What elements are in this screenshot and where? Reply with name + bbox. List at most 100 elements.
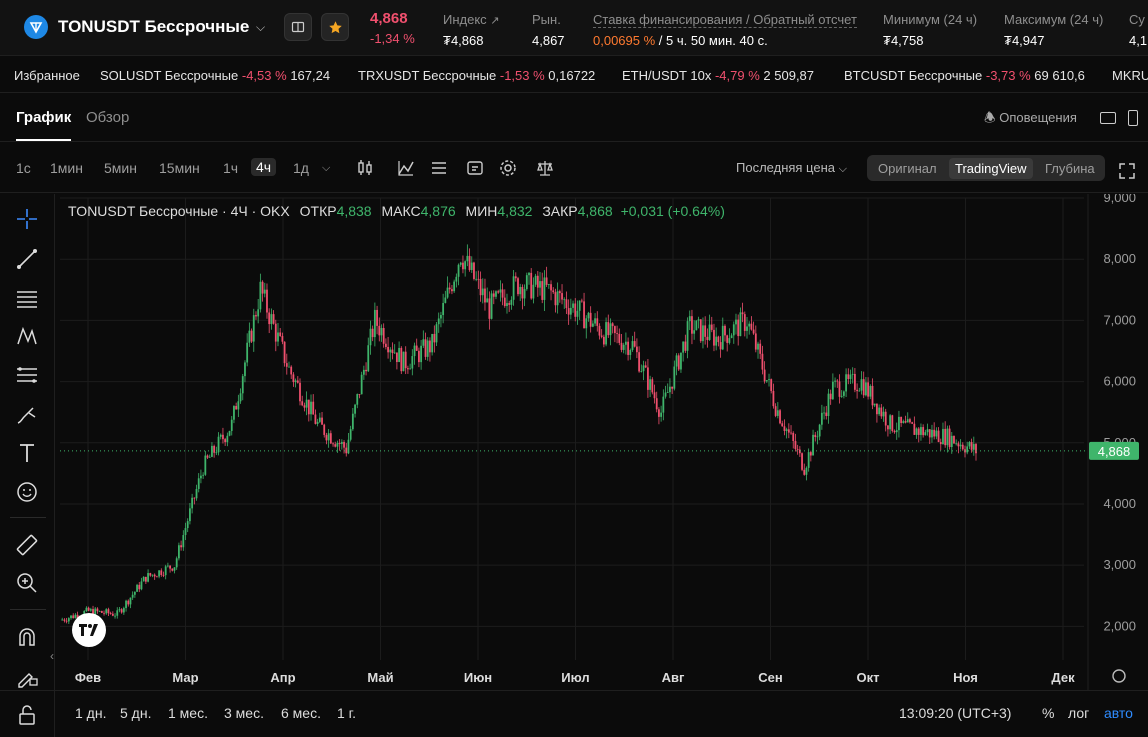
log-toggle[interactable]: лог — [1068, 705, 1089, 721]
range-5d[interactable]: 5 дн. — [120, 705, 151, 721]
collapse-arrow-icon[interactable]: ‹ — [50, 649, 54, 663]
ticker-item[interactable]: SOLUSDT Бессрочные -4,53 % 167,24 — [100, 68, 330, 83]
indicators-icon[interactable] — [396, 158, 416, 178]
candle-body — [831, 381, 834, 400]
crosshair-icon[interactable] — [14, 206, 40, 232]
mark-stat: Рын. 4,867 — [532, 12, 565, 48]
view-original[interactable]: Оригинал — [878, 161, 937, 176]
candle-body — [547, 284, 550, 286]
tab-overview[interactable]: Обзор — [86, 109, 129, 126]
pattern-icon[interactable] — [14, 323, 40, 349]
tf-4h[interactable]: 4ч — [251, 158, 277, 176]
tf-1m[interactable]: 1мин — [50, 160, 83, 176]
fib-icon[interactable] — [14, 362, 40, 388]
auto-toggle[interactable]: авто — [1104, 705, 1133, 721]
chevron-down-icon[interactable]: ⌵ — [256, 20, 265, 35]
candle-body — [147, 573, 149, 582]
legend-open: 4,838 — [336, 203, 372, 219]
zoom-in-icon[interactable] — [14, 570, 40, 596]
candle-body — [567, 308, 570, 315]
range-6m[interactable]: 6 мес. — [281, 705, 321, 721]
fullscreen-icon[interactable] — [1117, 161, 1137, 181]
range-1m[interactable]: 1 мес. — [168, 705, 208, 721]
scales-icon[interactable] — [535, 158, 555, 178]
clock-time[interactable]: 13:09:20 (UTC+3) — [899, 705, 1011, 721]
candle-body — [926, 429, 929, 433]
brush-icon[interactable] — [14, 402, 40, 428]
ticker-item[interactable]: BTCUSDT Бессрочные -3,73 % 69 610,6 — [844, 68, 1085, 83]
tab-chart[interactable]: График — [16, 109, 72, 141]
range-1d[interactable]: 1 дн. — [75, 705, 106, 721]
candle-body — [155, 576, 158, 578]
candle-body — [721, 325, 724, 350]
funding-stat[interactable]: Ставка финансирования / Обратный отсчет … — [593, 12, 857, 48]
candle-body — [622, 344, 625, 350]
candle-body — [292, 374, 295, 383]
horizontal-lines-icon[interactable] — [14, 285, 40, 311]
candle-body — [765, 380, 768, 382]
candle-body — [127, 600, 130, 605]
ticker-item[interactable]: MKRU — [1112, 68, 1148, 83]
candle-body — [420, 345, 423, 363]
range-1y[interactable]: 1 г. — [337, 705, 356, 721]
candle-body — [466, 255, 469, 262]
candle-body — [380, 328, 383, 336]
candle-body — [898, 416, 900, 431]
tradingview-logo-icon[interactable] — [72, 613, 106, 647]
favorites-label[interactable]: Избранное — [14, 68, 80, 83]
book-icon[interactable] — [284, 13, 312, 41]
funding-countdown: / 5 ч. 50 мин. 40 с. — [658, 33, 768, 48]
lock-drawings-icon[interactable] — [14, 663, 40, 689]
ticker-item[interactable]: TRXUSDT Бессрочные -1,53 % 0,16722 — [358, 68, 595, 83]
view-tradingview[interactable]: TradingView — [949, 158, 1033, 179]
candle-body — [638, 352, 641, 372]
alerts-button[interactable]: 🕭 Оповещения — [984, 109, 1077, 131]
candles-icon[interactable] — [355, 158, 375, 178]
price-source-select[interactable]: Последняя цена ⌵ — [736, 160, 847, 176]
magnet-icon[interactable] — [14, 624, 40, 650]
emoji-icon[interactable] — [14, 479, 40, 505]
ruler-icon[interactable] — [14, 532, 40, 558]
funding-rate: 0,00695 % — [593, 33, 656, 48]
tf-1h[interactable]: 1ч — [223, 160, 238, 176]
chevron-down-icon[interactable]: ⌵ — [322, 162, 330, 175]
price-chart[interactable]: 2,0003,0004,0005,0006,0007,0008,0009,000… — [56, 190, 1148, 690]
list-icon[interactable] — [429, 158, 449, 178]
x-tick-label: Фев — [75, 670, 101, 685]
candle-body — [89, 609, 92, 611]
candle-body — [953, 435, 955, 444]
window-icon[interactable] — [1100, 112, 1116, 124]
candle-body — [616, 333, 618, 334]
tf-15m[interactable]: 15мин — [159, 160, 200, 176]
symbol-title[interactable]: TONUSDT Бессрочные — [58, 17, 249, 37]
text-tool-icon[interactable] — [14, 440, 40, 466]
candle-body — [750, 323, 753, 330]
candle-body — [307, 399, 310, 415]
candle-body — [525, 275, 528, 290]
candle-body — [356, 394, 359, 405]
candle-body — [915, 428, 918, 435]
tf-5m[interactable]: 5мин — [104, 160, 137, 176]
tf-1s[interactable]: 1с — [16, 160, 31, 176]
trend-line-icon[interactable] — [14, 246, 40, 272]
legend-high: 4,876 — [420, 203, 456, 219]
panel-icon[interactable] — [1128, 110, 1138, 126]
replay-icon[interactable] — [465, 158, 485, 178]
candle-body — [171, 568, 174, 571]
candle-body — [442, 302, 445, 316]
candle-body — [763, 369, 766, 382]
percent-toggle[interactable]: % — [1042, 705, 1054, 721]
candle-body — [508, 303, 511, 305]
tf-1d[interactable]: 1д — [293, 160, 309, 176]
external-link-icon[interactable]: ↗ — [490, 15, 499, 27]
candle-body — [310, 401, 312, 415]
candle-body — [140, 581, 143, 590]
gear-icon[interactable] — [498, 158, 518, 178]
view-depth[interactable]: Глубина — [1045, 161, 1095, 176]
axis-settings-icon[interactable] — [1112, 669, 1126, 683]
ticker-item[interactable]: ETH/USDT 10x -4,79 % 2 509,87 — [622, 68, 814, 83]
chart-svg[interactable]: 2,0003,0004,0005,0006,0007,0008,0009,000… — [56, 190, 1148, 690]
range-3m[interactable]: 3 мес. — [224, 705, 264, 721]
candle-body — [787, 429, 790, 433]
favorite-star-icon[interactable] — [321, 13, 349, 41]
